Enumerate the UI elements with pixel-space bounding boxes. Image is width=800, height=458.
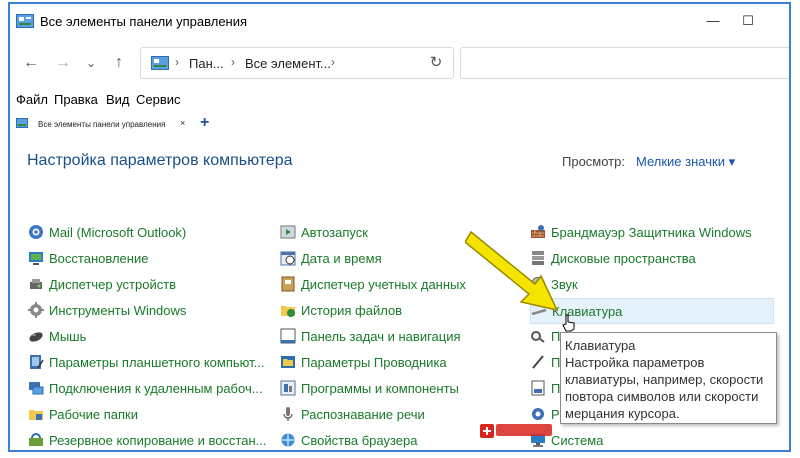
- page-title: Настройка параметров компьютера: [27, 152, 293, 169]
- item-icon: [531, 380, 545, 396]
- cp-item-label: Дата и время: [301, 251, 382, 266]
- explorer-options-icon: [281, 356, 295, 368]
- windows-tools-icon: [28, 302, 44, 318]
- menu-edit[interactable]: Правка: [54, 92, 98, 107]
- tab-control-panel[interactable]: Все элементы панели управления ×: [14, 116, 190, 132]
- search-input[interactable]: [460, 47, 789, 79]
- window-frame: Все элементы панели управления — ☐ ← → ⌄…: [8, 2, 791, 452]
- remote-desktop-icon: [29, 382, 44, 395]
- backup-icon: [29, 433, 43, 446]
- cp-item-label: Mail (Microsoft Outlook): [49, 225, 187, 240]
- pen-icon: [532, 355, 544, 369]
- breadcrumb-separator: ›: [231, 55, 235, 69]
- tablet-icon: [30, 355, 44, 369]
- up-button[interactable]: ↑: [108, 52, 130, 74]
- menu-view[interactable]: Вид: [106, 92, 130, 107]
- cp-item-label: Параметры Проводника: [301, 355, 447, 370]
- date-time-icon: [280, 251, 296, 266]
- taskbar-icon: [280, 328, 296, 344]
- recent-locations-button[interactable]: ⌄: [80, 52, 102, 74]
- speech-icon: [283, 407, 293, 421]
- tab-label: Все элементы панели управления: [38, 120, 166, 129]
- item-icon: [531, 331, 545, 343]
- tooltip-title: Клавиатура: [565, 338, 636, 353]
- cp-item-label: Автозапуск: [301, 225, 368, 240]
- cp-item-label: Р: [551, 407, 560, 422]
- mail-icon: [29, 225, 43, 239]
- control-panel-icon: [151, 56, 169, 70]
- navigation-bar: ← → ⌄ ↑ › Пан... › Все элемент... › ↻: [10, 44, 789, 82]
- cp-item-label: П: [551, 355, 561, 370]
- tab-close-button[interactable]: ×: [180, 118, 185, 128]
- file-history-icon: [281, 306, 295, 317]
- cp-item-label: Свойства браузера: [301, 433, 418, 448]
- browser-icon: [281, 433, 295, 447]
- cp-item-label: П: [551, 329, 561, 344]
- refresh-button[interactable]: ↻: [425, 52, 447, 74]
- cp-item-label: Панель задач и навигация: [301, 329, 461, 344]
- cp-item-label: Брандмауэр Защитника Windows: [551, 225, 752, 240]
- new-tab-button[interactable]: +: [200, 114, 209, 132]
- watermark-logo: [480, 424, 552, 438]
- work-folders-icon: [29, 410, 43, 420]
- forward-button[interactable]: →: [52, 52, 74, 74]
- cp-item-label: Программы и компоненты: [301, 381, 459, 396]
- pointer-arrow-icon: [465, 230, 559, 312]
- cp-item-label: Диспетчер учетных данных: [301, 277, 466, 292]
- recovery-icon: [29, 252, 43, 265]
- breadcrumb-separator: ›: [175, 55, 179, 69]
- cp-item-label: Инструменты Windows: [49, 303, 187, 318]
- control-panel-icon: [16, 14, 34, 28]
- address-bar[interactable]: › Пан... › Все элемент... › ↻: [140, 47, 454, 79]
- keyboard-tooltip: Клавиатура Настройка параметров клавиату…: [560, 332, 777, 424]
- device-manager-icon: [30, 279, 42, 289]
- view-mode-dropdown[interactable]: Мелкие значки ▾: [636, 154, 735, 170]
- programs-icon: [280, 380, 296, 396]
- window-title: Все элементы панели управления: [40, 14, 248, 29]
- hand-cursor-icon: [562, 314, 575, 332]
- back-button[interactable]: ←: [20, 52, 42, 74]
- breadcrumb-separator: ›: [331, 55, 335, 69]
- breadcrumb-item[interactable]: Все элемент...: [245, 56, 331, 71]
- cp-item-label: Система: [551, 433, 604, 448]
- cp-item-label: Мышь: [49, 329, 87, 344]
- cp-item-label: Подключения к удаленным рабоч...: [49, 381, 263, 396]
- title-bar: Все элементы панели управления — ☐: [10, 4, 789, 38]
- view-label: Просмотр:: [562, 154, 625, 169]
- cp-item-label: Параметры планшетного компьют...: [49, 355, 265, 370]
- control-panel-icon: [16, 118, 28, 128]
- maximize-button[interactable]: ☐: [735, 10, 761, 32]
- cp-item-label: Дисковые пространства: [551, 251, 696, 266]
- cp-item-label: Рабочие папки: [49, 407, 138, 422]
- minimize-button[interactable]: —: [700, 10, 726, 32]
- menu-tools[interactable]: Сервис: [136, 92, 181, 107]
- menu-file[interactable]: Файл: [16, 92, 48, 107]
- item-icon: [532, 408, 544, 420]
- cp-item-label: История файлов: [301, 303, 403, 318]
- cp-item-label: Резервное копирование и восстан...: [49, 433, 267, 448]
- cp-item-label: Восстановление: [49, 251, 149, 266]
- tab-bar: Все элементы панели управления × +: [10, 114, 789, 132]
- tooltip-description: Настройка параметров клавиатуры, наприме…: [565, 355, 764, 421]
- credential-manager-icon: [281, 276, 295, 292]
- mouse-icon: [29, 332, 43, 342]
- cp-item-label: П: [551, 381, 561, 396]
- cp-item-label: Распознавание речи: [301, 407, 425, 422]
- autoplay-icon: [280, 225, 296, 239]
- breadcrumb-item[interactable]: Пан...: [189, 56, 224, 71]
- cp-item-label: Диспетчер устройств: [49, 277, 177, 292]
